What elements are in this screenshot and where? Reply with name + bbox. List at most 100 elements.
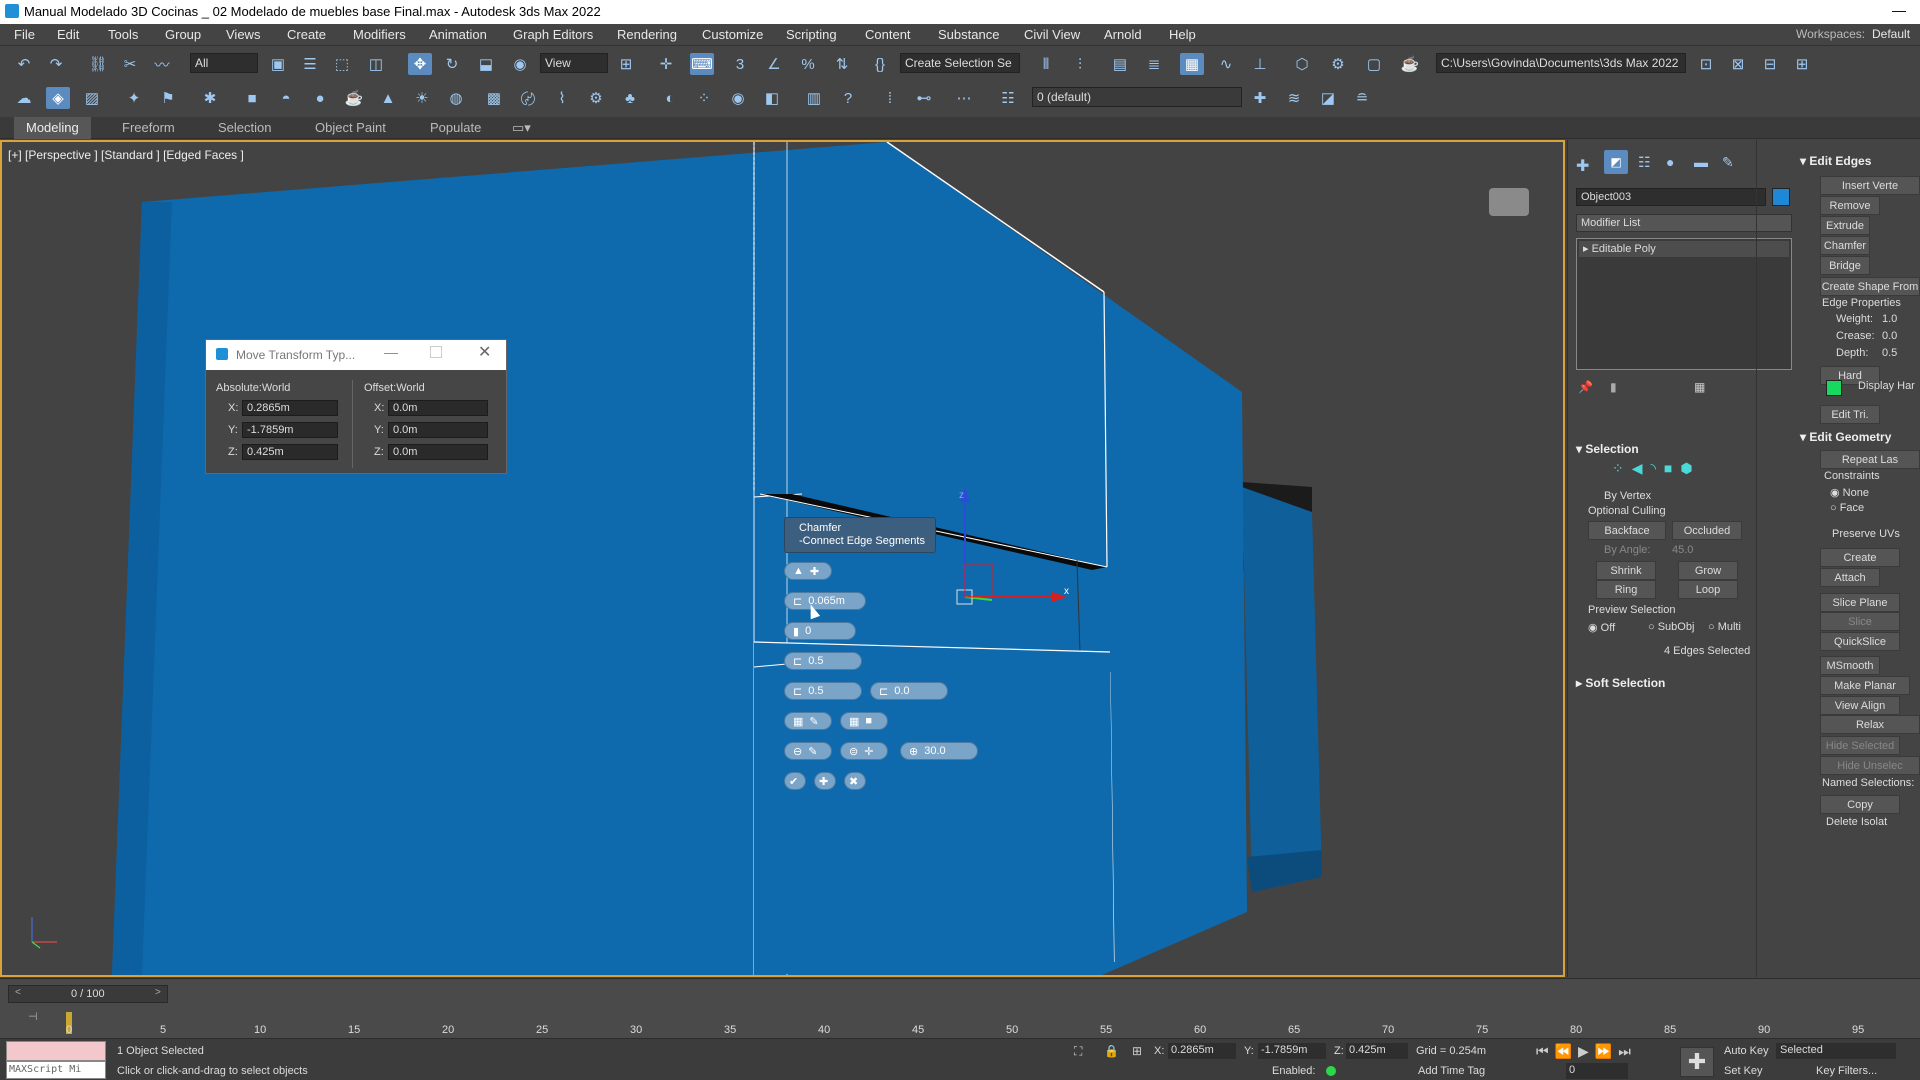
add-layer-icon[interactable]: ✚: [1248, 87, 1272, 109]
chamfer-amount-field[interactable]: ⊏ 0.065m: [784, 592, 866, 610]
insert-vertex-button[interactable]: Insert Verte: [1820, 176, 1920, 195]
edit-geometry-rollout-header[interactable]: ▾ Edit Geometry: [1800, 430, 1891, 444]
depth-field[interactable]: 0.5: [1882, 347, 1897, 359]
hierarchy-tab-icon[interactable]: ☷: [1638, 154, 1651, 171]
sun-light-icon[interactable]: ☀: [410, 87, 434, 109]
chamfer-value2-field[interactable]: ⊏ 0.0: [870, 682, 948, 700]
reference-coord-dropdown[interactable]: View: [540, 53, 608, 73]
caddy-ok-button[interactable]: ✔: [784, 772, 806, 790]
tab-freeform[interactable]: Freeform: [122, 120, 175, 135]
viewport-label[interactable]: [+] [Perspective ] [Standard ] [Edged Fa…: [8, 148, 244, 162]
grid-dots-icon[interactable]: ⁞: [878, 87, 902, 109]
maxscript-mini-listener[interactable]: MAXScript Mi: [6, 1061, 106, 1079]
msmooth-button[interactable]: MSmooth: [1820, 656, 1880, 675]
selection-filter-dropdown[interactable]: All: [190, 53, 258, 73]
chamfer-caddy-header[interactable]: Chamfer -Connect Edge Segments: [784, 517, 936, 553]
abs-x-field[interactable]: 0.2865m: [242, 400, 338, 416]
set-key-button[interactable]: Set Key: [1724, 1065, 1763, 1077]
wave-icon[interactable]: ⌇: [550, 87, 574, 109]
layers-icon[interactable]: ☷: [996, 87, 1020, 109]
playback-controls[interactable]: ⏮⏪▶⏩⏭: [1536, 1043, 1637, 1060]
render-region-icon[interactable]: ◧: [760, 87, 784, 109]
edit-named-sets-icon[interactable]: {}: [868, 53, 892, 75]
app-store-icon[interactable]: ◈: [46, 87, 70, 109]
make-planar-button[interactable]: Make Planar: [1820, 676, 1910, 695]
mirror-icon[interactable]: ⫴: [1034, 53, 1058, 75]
chamfer-value1-field[interactable]: ⊏ 0.5: [784, 682, 862, 700]
subobject-level-icons[interactable]: ⁘◀◝■⬢: [1612, 460, 1732, 480]
x-coord-field[interactable]: 0.2865m: [1168, 1043, 1236, 1059]
chamfer-segments-field[interactable]: ▮ 0: [784, 622, 856, 640]
project-open-icon[interactable]: ⊟: [1758, 53, 1782, 75]
select-object-icon[interactable]: ▣: [266, 53, 290, 75]
perspective-viewport[interactable]: z x [+] [Perspective ] [Standard ] [Edge…: [0, 140, 1565, 977]
layer-stack-icon[interactable]: ≋: [1282, 87, 1306, 109]
pivot-center-icon[interactable]: ⊞: [614, 53, 638, 75]
help-icon[interactable]: ?: [836, 87, 860, 109]
isolate-selection-icon[interactable]: ⛶: [1074, 1044, 1082, 1059]
image-icon[interactable]: ▨: [80, 87, 104, 109]
box-primitive-icon[interactable]: ■: [240, 87, 264, 109]
dialog-maximize-button[interactable]: [430, 346, 442, 358]
project-folder-icon[interactable]: ⊡: [1694, 53, 1718, 75]
create-shape-button[interactable]: Create Shape From: [1820, 277, 1920, 296]
configure-sets-icon[interactable]: ▦: [1694, 380, 1705, 394]
constraint-face-radio[interactable]: ○ Face: [1830, 502, 1864, 514]
snaps-toggle-icon[interactable]: 3: [728, 53, 752, 75]
track-bar-icon[interactable]: ⊣: [28, 1010, 38, 1023]
chamfer-angle-field[interactable]: ⊕ 30.0: [900, 742, 978, 760]
dialog-minimize-button[interactable]: —: [384, 344, 398, 360]
window-crossing-icon[interactable]: ◫: [364, 53, 388, 75]
menu-create[interactable]: Create: [287, 27, 326, 42]
y-coord-field[interactable]: -1.7859m: [1258, 1043, 1326, 1059]
align-icon[interactable]: ⫶: [1068, 53, 1092, 75]
off-y-field[interactable]: 0.0m: [388, 422, 488, 438]
relax-button[interactable]: Relax: [1820, 715, 1920, 734]
angle-snap-icon[interactable]: ∠: [762, 53, 786, 75]
tab-populate[interactable]: Populate: [430, 120, 481, 135]
light-list-icon[interactable]: ✦: [122, 87, 146, 109]
absolute-mode-icon[interactable]: ⊞: [1132, 1044, 1142, 1058]
dialog-close-button[interactable]: ✕: [478, 342, 491, 362]
modify-tab-icon[interactable]: ◩: [1604, 150, 1628, 174]
chamfer-tension-field[interactable]: ⊏ 0.5: [784, 652, 862, 670]
caddy-cancel-button[interactable]: ✖: [844, 772, 866, 790]
delete-isolated-checkbox[interactable]: Delete Isolat: [1826, 816, 1887, 828]
hide-unselected-button[interactable]: Hide Unselec: [1820, 756, 1920, 775]
menu-substance[interactable]: Substance: [938, 27, 999, 42]
object-color-swatch[interactable]: [1772, 188, 1790, 206]
spinner-snap-icon[interactable]: ⇅: [830, 53, 854, 75]
layout-icon[interactable]: ▥: [802, 87, 826, 109]
modifier-list-dropdown[interactable]: Modifier List: [1576, 214, 1792, 232]
project-new-icon[interactable]: ⊠: [1726, 53, 1750, 75]
preview-off-radio[interactable]: ◉ Off: [1588, 621, 1615, 634]
scene-explorer-icon[interactable]: ▤: [1108, 53, 1132, 75]
attach-button[interactable]: Attach: [1820, 568, 1880, 587]
menu-civil-view[interactable]: Civil View: [1024, 27, 1080, 42]
dotted-line-icon[interactable]: ⋯: [952, 87, 976, 109]
abs-y-field[interactable]: -1.7859m: [242, 422, 338, 438]
scale-icon[interactable]: ⬓: [474, 53, 498, 75]
menu-modifiers[interactable]: Modifiers: [353, 27, 406, 42]
display-hard-checkbox[interactable]: Display Har: [1858, 380, 1915, 392]
menu-views[interactable]: Views: [226, 27, 260, 42]
project-path-dropdown[interactable]: C:\Users\Govinda\Documents\3ds Max 2022: [1436, 53, 1686, 73]
menu-edit[interactable]: Edit: [57, 27, 79, 42]
plant-icon[interactable]: ♣: [618, 87, 642, 109]
menu-group[interactable]: Group: [165, 27, 201, 42]
soft-selection-rollout-header[interactable]: ▸ Soft Selection: [1576, 676, 1665, 690]
show-end-result-icon[interactable]: ▮: [1610, 380, 1617, 394]
menu-arnold[interactable]: Arnold: [1104, 27, 1142, 42]
cone-primitive-icon[interactable]: ▲: [376, 87, 400, 109]
populate-icon[interactable]: ✱: [198, 87, 222, 109]
occluded-button[interactable]: Occluded: [1672, 521, 1742, 540]
workspaces-value[interactable]: Default: [1872, 27, 1910, 41]
undo-icon[interactable]: ↶: [12, 53, 36, 75]
repeat-last-button[interactable]: Repeat Las: [1820, 450, 1920, 469]
object-name-field[interactable]: Object003: [1576, 188, 1766, 206]
redo-icon[interactable]: ↷: [44, 53, 68, 75]
bridge-button[interactable]: Bridge: [1820, 256, 1870, 275]
ruler-icon[interactable]: ⊷: [912, 87, 936, 109]
unlink-icon[interactable]: ✂: [118, 53, 142, 75]
loop-button[interactable]: Loop: [1678, 580, 1738, 599]
